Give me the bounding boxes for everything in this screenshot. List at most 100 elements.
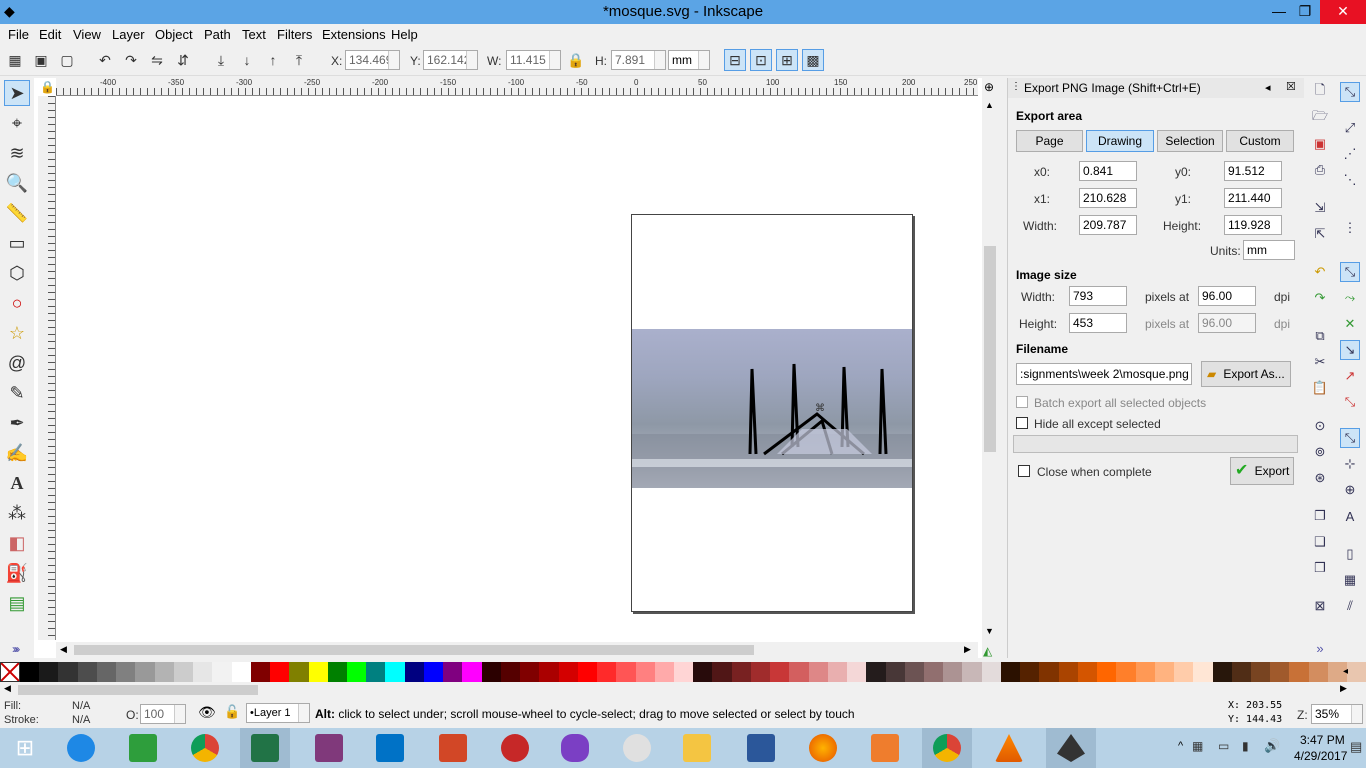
snap-grid-icon[interactable]: ▦ [1340, 570, 1360, 590]
palette-swatch[interactable] [308, 662, 328, 682]
menu-edit[interactable]: Edit [39, 27, 61, 42]
zoom-input[interactable]: 35% [1311, 704, 1363, 724]
palette-swatch[interactable] [20, 662, 40, 682]
zoom-drawing-icon[interactable]: ⊚ [1310, 442, 1330, 462]
palette-swatch[interactable] [135, 662, 155, 682]
palette-swatch[interactable] [1251, 662, 1271, 682]
scale-corners-icon[interactable]: ⊡ [750, 49, 772, 71]
lower-icon[interactable]: ↓ [236, 49, 258, 71]
y1-input[interactable]: 211.440 [1224, 188, 1282, 208]
palette-swatch[interactable] [847, 662, 867, 682]
vertical-scrollbar[interactable]: ▲ ▼ [982, 96, 998, 640]
palette-swatch[interactable] [789, 662, 809, 682]
clock-time[interactable]: 3:47 PM [1300, 733, 1345, 747]
lock-icon[interactable]: 🔒 [565, 49, 587, 71]
palette-swatch[interactable] [39, 662, 59, 682]
img-width-input[interactable]: 793 [1069, 286, 1127, 306]
zoom-selection-icon[interactable]: ⊙ [1310, 416, 1330, 436]
height-input[interactable]: 119.928 [1224, 215, 1282, 235]
snap-page-border-icon[interactable]: ▯ [1340, 544, 1360, 564]
export-button[interactable]: ✔ Export [1230, 457, 1294, 485]
y0-input[interactable]: 91.512 [1224, 161, 1282, 181]
flip-vertical-icon[interactable]: ⇵ [172, 49, 194, 71]
transform-gradients-icon[interactable]: ⊞ [776, 49, 798, 71]
units-select[interactable]: mm [1243, 240, 1295, 260]
export-icon[interactable]: ⇱ [1310, 224, 1330, 244]
layer-visibility-eye-icon[interactable]: 👁 [198, 704, 216, 721]
palette-swatch[interactable] [1000, 662, 1021, 682]
group-icon[interactable]: ⊠ [1310, 596, 1330, 616]
deselect-icon[interactable]: ▢ [56, 49, 78, 71]
taskbar-excel[interactable] [240, 728, 290, 768]
palette-swatch[interactable] [1077, 662, 1098, 682]
taskbar-chrome[interactable] [180, 728, 230, 768]
undo-icon[interactable]: ↶ [1310, 262, 1330, 282]
palette-swatch[interactable] [1193, 662, 1213, 682]
palette-swatch[interactable] [77, 662, 97, 682]
palette-swatch[interactable] [616, 662, 636, 682]
palette-swatch[interactable] [520, 662, 540, 682]
cut-icon[interactable]: ✂ [1310, 352, 1330, 372]
menu-help[interactable]: Help [391, 27, 418, 42]
measure-tool-icon[interactable]: 📏 [4, 200, 30, 226]
taskbar-vlc[interactable] [984, 728, 1034, 768]
palette-scroll-left-icon[interactable]: ◀ [4, 683, 11, 694]
pen-tool-icon[interactable]: ✒ [4, 410, 30, 436]
3d-box-tool-icon[interactable]: ⬡ [4, 260, 30, 286]
toolbox-more-icon[interactable]: » [12, 642, 19, 656]
spray-tool-icon[interactable]: ⁂ [4, 500, 30, 526]
palette-swatch[interactable] [385, 662, 405, 682]
no-paint-swatch[interactable] [0, 662, 20, 682]
start-button[interactable]: ⊞ [0, 728, 50, 768]
taskbar-word[interactable] [736, 728, 786, 768]
menu-path[interactable]: Path [204, 27, 231, 42]
paste-icon[interactable]: 📋 [1310, 378, 1330, 398]
snap-guide-icon[interactable]: ⫽ [1340, 596, 1360, 616]
ellipse-tool-icon[interactable]: ○ [4, 290, 30, 316]
rectangle-tool-icon[interactable]: ▭ [4, 230, 30, 256]
snap-rotation-center-icon[interactable]: ⊕ [1340, 480, 1360, 500]
unlink-clone-icon[interactable]: ❒ [1310, 558, 1330, 578]
select-all-layers-icon[interactable]: ▣ [30, 49, 52, 71]
taskbar-paint[interactable] [612, 728, 662, 768]
palette-swatch[interactable] [866, 662, 886, 682]
menu-layer[interactable]: Layer [112, 27, 145, 42]
action-center-icon[interactable]: ▭ [1218, 739, 1229, 753]
duplicate-icon[interactable]: ❐ [1310, 506, 1330, 526]
palette-swatch[interactable] [654, 662, 674, 682]
palette-swatch[interactable] [250, 662, 271, 682]
palette-swatch[interactable] [924, 662, 944, 682]
tweak-tool-icon[interactable]: ≋ [4, 140, 30, 166]
zoom-corner-icon[interactable]: ⊕ [984, 80, 994, 94]
taskbar-firefox[interactable] [798, 728, 848, 768]
menu-filters[interactable]: Filters [277, 27, 312, 42]
menu-file[interactable]: File [8, 27, 29, 42]
palette-swatch[interactable] [1039, 662, 1059, 682]
color-managed-icon[interactable]: ◭ [983, 644, 992, 658]
raise-icon[interactable]: ↑ [262, 49, 284, 71]
maximize-button[interactable]: ❐ [1288, 0, 1322, 24]
select-all-icon[interactable]: ▦ [4, 49, 26, 71]
width-input[interactable]: 209.787 [1079, 215, 1137, 235]
snap-text-baseline-icon[interactable]: A [1340, 506, 1360, 526]
palette-swatch[interactable] [366, 662, 386, 682]
palette-swatch[interactable] [154, 662, 174, 682]
hide-all-checkbox[interactable] [1016, 417, 1028, 429]
taskbar-ie[interactable] [56, 728, 106, 768]
export-as-button[interactable]: ▰ Export As... [1201, 361, 1291, 387]
x1-input[interactable]: 210.628 [1079, 188, 1137, 208]
palette-swatch[interactable] [635, 662, 655, 682]
snap-bbox-midpoint-icon[interactable]: ⋮ [1340, 218, 1360, 238]
palette-swatch[interactable] [731, 662, 751, 682]
palette-swatch[interactable] [1212, 662, 1232, 682]
y-input[interactable]: 162.142 [423, 50, 478, 70]
palette-swatch[interactable] [943, 662, 963, 682]
scroll-thumb[interactable] [984, 246, 996, 452]
palette-swatch[interactable] [1231, 662, 1251, 682]
snap-bbox-edge-icon[interactable]: ⋰ [1340, 144, 1360, 164]
guide-lock-icon[interactable]: 🔒 [40, 80, 55, 94]
palette-swatch[interactable] [423, 662, 444, 682]
palette-swatch[interactable] [1308, 662, 1328, 682]
snap-cusp-icon[interactable]: ↘ [1340, 340, 1360, 360]
scroll-right-icon[interactable]: ▶ [964, 644, 971, 655]
